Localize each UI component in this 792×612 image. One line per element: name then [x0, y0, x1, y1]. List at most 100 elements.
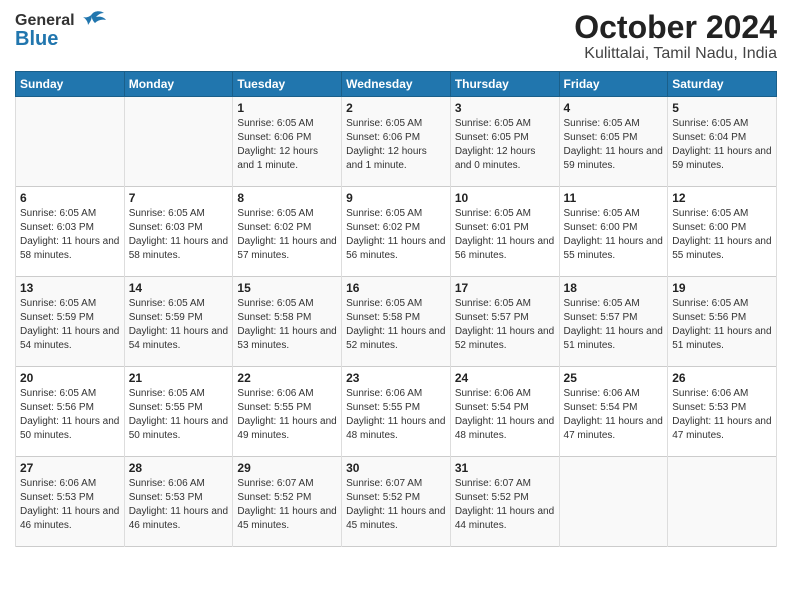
calendar-cell: 24 Sunrise: 6:06 AM Sunset: 5:54 PM Dayli…: [450, 367, 559, 457]
col-wednesday: Wednesday: [342, 72, 451, 97]
day-info: Sunrise: 6:05 AM Sunset: 5:56 PM Dayligh…: [672, 297, 772, 353]
calendar-cell: 12Sunrise: 6:05 AM Sunset: 6:00 PM Dayli…: [668, 187, 777, 277]
day-number: 15: [237, 281, 337, 295]
day-number: 24: [455, 371, 555, 385]
day-info: Sunrise: 6:05 AM Sunset: 6:06 PM Dayligh…: [346, 117, 446, 173]
day-info: Sunrise: 6:05 AM Sunset: 6:01 PM Dayligh…: [455, 207, 555, 263]
day-number: 1: [237, 101, 337, 115]
calendar-cell: 8Sunrise: 6:05 AM Sunset: 6:02 PM Daylig…: [233, 187, 342, 277]
day-number: 10: [455, 191, 555, 205]
calendar-cell: 31Sunrise: 6:07 AM Sunset: 5:52 PM Dayli…: [450, 457, 559, 547]
day-number: 22: [237, 371, 337, 385]
calendar-cell: [16, 97, 125, 187]
day-number: 11: [564, 191, 664, 205]
day-number: 28: [129, 461, 229, 475]
day-number: 29: [237, 461, 337, 475]
calendar-cell: 3Sunrise: 6:05 AM Sunset: 6:05 PM Daylig…: [450, 97, 559, 187]
day-number: 3: [455, 101, 555, 115]
calendar-cell: [559, 457, 668, 547]
day-info: Sunrise: 6:05 AM Sunset: 6:03 PM Dayligh…: [20, 207, 120, 263]
day-info: Sunrise: 6:05 AM Sunset: 5:56 PM Dayligh…: [20, 387, 120, 443]
day-number: 19: [672, 281, 772, 295]
table-row: 1 Sunrise: 6:05 AM Sunset: 6:06 PM Daylig…: [16, 97, 777, 187]
page-subtitle: Kulittalai, Tamil Nadu, India: [574, 45, 777, 63]
day-info: Sunrise: 6:06 AM Sunset: 5:55 PM Dayligh…: [346, 387, 446, 443]
calendar-cell: 22 Sunrise: 6:06 AM Sunset: 5:55 PM Dayli…: [233, 367, 342, 457]
logo: General Blue: [15, 10, 106, 51]
day-info: Sunrise: 6:05 AM Sunset: 6:02 PM Dayligh…: [346, 207, 446, 263]
day-number: 14: [129, 281, 229, 295]
day-info: Sunrise: 6:05 AM Sunset: 6:05 PM Dayligh…: [564, 117, 664, 173]
calendar-cell: 17 Sunrise: 6:05 AM Sunset: 5:57 PM Dayli…: [450, 277, 559, 367]
day-info: Sunrise: 6:07 AM Sunset: 5:52 PM Dayligh…: [346, 477, 446, 533]
day-info: Sunrise: 6:06 AM Sunset: 5:55 PM Dayligh…: [237, 387, 337, 443]
day-info: Sunrise: 6:05 AM Sunset: 6:02 PM Dayligh…: [237, 207, 337, 263]
calendar-table: Sunday Monday Tuesday Wednesday Thursday…: [15, 71, 777, 547]
calendar-cell: 25 Sunrise: 6:06 AM Sunset: 5:54 PM Dayli…: [559, 367, 668, 457]
day-number: 6: [20, 191, 120, 205]
main-container: General Blue October 2024 Kulittalai, Ta…: [0, 0, 792, 557]
day-info: Sunrise: 6:05 AM Sunset: 6:04 PM Dayligh…: [672, 117, 772, 173]
calendar-cell: 5 Sunrise: 6:05 AM Sunset: 6:04 PM Daylig…: [668, 97, 777, 187]
day-number: 23: [346, 371, 446, 385]
col-friday: Friday: [559, 72, 668, 97]
day-info: Sunrise: 6:06 AM Sunset: 5:54 PM Dayligh…: [455, 387, 555, 443]
day-number: 17: [455, 281, 555, 295]
day-info: Sunrise: 6:05 AM Sunset: 5:57 PM Dayligh…: [455, 297, 555, 353]
calendar-cell: 28 Sunrise: 6:06 AM Sunset: 5:53 PM Dayli…: [124, 457, 233, 547]
day-info: Sunrise: 6:05 AM Sunset: 5:58 PM Dayligh…: [237, 297, 337, 353]
col-tuesday: Tuesday: [233, 72, 342, 97]
col-saturday: Saturday: [668, 72, 777, 97]
day-number: 7: [129, 191, 229, 205]
calendar-cell: [668, 457, 777, 547]
calendar-cell: 2 Sunrise: 6:05 AM Sunset: 6:06 PM Daylig…: [342, 97, 451, 187]
table-row: 20 Sunrise: 6:05 AM Sunset: 5:56 PM Dayli…: [16, 367, 777, 457]
calendar-cell: 19 Sunrise: 6:05 AM Sunset: 5:56 PM Dayli…: [668, 277, 777, 367]
day-info: Sunrise: 6:05 AM Sunset: 6:03 PM Dayligh…: [129, 207, 229, 263]
day-info: Sunrise: 6:07 AM Sunset: 5:52 PM Dayligh…: [237, 477, 337, 533]
table-row: 13Sunrise: 6:05 AM Sunset: 5:59 PM Dayli…: [16, 277, 777, 367]
calendar-body: 1 Sunrise: 6:05 AM Sunset: 6:06 PM Daylig…: [16, 97, 777, 547]
col-monday: Monday: [124, 72, 233, 97]
day-info: Sunrise: 6:05 AM Sunset: 5:59 PM Dayligh…: [129, 297, 229, 353]
calendar-cell: 13Sunrise: 6:05 AM Sunset: 5:59 PM Dayli…: [16, 277, 125, 367]
day-info: Sunrise: 6:05 AM Sunset: 5:57 PM Dayligh…: [564, 297, 664, 353]
day-info: Sunrise: 6:06 AM Sunset: 5:54 PM Dayligh…: [564, 387, 664, 443]
calendar-cell: 6 Sunrise: 6:05 AM Sunset: 6:03 PM Daylig…: [16, 187, 125, 277]
calendar-cell: 14 Sunrise: 6:05 AM Sunset: 5:59 PM Dayli…: [124, 277, 233, 367]
day-info: Sunrise: 6:06 AM Sunset: 5:53 PM Dayligh…: [129, 477, 229, 533]
day-number: 27: [20, 461, 120, 475]
calendar-cell: 10 Sunrise: 6:05 AM Sunset: 6:01 PM Dayli…: [450, 187, 559, 277]
header: General Blue October 2024 Kulittalai, Ta…: [15, 10, 777, 63]
calendar-cell: 16Sunrise: 6:05 AM Sunset: 5:58 PM Dayli…: [342, 277, 451, 367]
calendar-cell: 30 Sunrise: 6:07 AM Sunset: 5:52 PM Dayli…: [342, 457, 451, 547]
day-info: Sunrise: 6:06 AM Sunset: 5:53 PM Dayligh…: [672, 387, 772, 443]
page-title: October 2024: [574, 10, 777, 45]
table-row: 27 Sunrise: 6:06 AM Sunset: 5:53 PM Dayli…: [16, 457, 777, 547]
day-number: 20: [20, 371, 120, 385]
day-number: 9: [346, 191, 446, 205]
day-number: 21: [129, 371, 229, 385]
calendar-cell: 15 Sunrise: 6:05 AM Sunset: 5:58 PM Dayli…: [233, 277, 342, 367]
day-number: 31: [455, 461, 555, 475]
day-info: Sunrise: 6:05 AM Sunset: 6:00 PM Dayligh…: [564, 207, 664, 263]
day-number: 18: [564, 281, 664, 295]
logo-bird-icon: [78, 10, 106, 32]
calendar-cell: 23 Sunrise: 6:06 AM Sunset: 5:55 PM Dayli…: [342, 367, 451, 457]
day-info: Sunrise: 6:06 AM Sunset: 5:53 PM Dayligh…: [20, 477, 120, 533]
day-number: 2: [346, 101, 446, 115]
calendar-cell: 29 Sunrise: 6:07 AM Sunset: 5:52 PM Dayli…: [233, 457, 342, 547]
day-number: 25: [564, 371, 664, 385]
calendar-cell: 20 Sunrise: 6:05 AM Sunset: 5:56 PM Dayli…: [16, 367, 125, 457]
col-thursday: Thursday: [450, 72, 559, 97]
title-block: October 2024 Kulittalai, Tamil Nadu, Ind…: [574, 10, 777, 63]
day-number: 5: [672, 101, 772, 115]
calendar-cell: 26 Sunrise: 6:06 AM Sunset: 5:53 PM Dayli…: [668, 367, 777, 457]
day-number: 4: [564, 101, 664, 115]
calendar-cell: 1Sunrise: 6:05 AM Sunset: 6:06 PM Daylig…: [233, 97, 342, 187]
calendar-cell: 11 Sunrise: 6:05 AM Sunset: 6:00 PM Dayli…: [559, 187, 668, 277]
day-info: Sunrise: 6:05 AM Sunset: 5:58 PM Dayligh…: [346, 297, 446, 353]
day-number: 26: [672, 371, 772, 385]
day-number: 30: [346, 461, 446, 475]
calendar-header-row: Sunday Monday Tuesday Wednesday Thursday…: [16, 72, 777, 97]
